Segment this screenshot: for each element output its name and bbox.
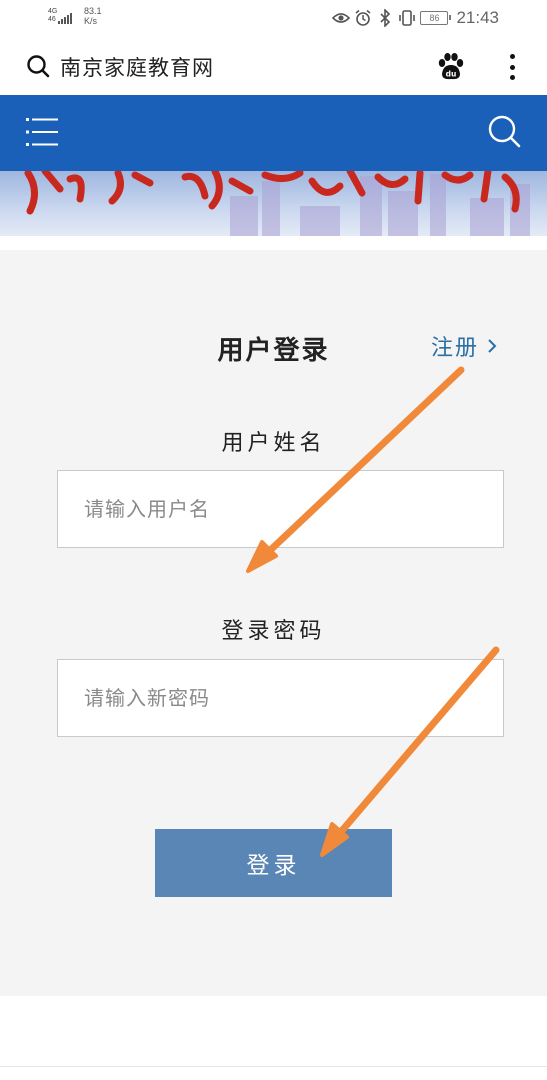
divider xyxy=(0,1066,547,1067)
baidu-paw-icon[interactable]: du xyxy=(436,52,466,82)
site-nav-bar xyxy=(0,95,547,171)
search-icon[interactable] xyxy=(26,54,50,78)
username-input[interactable] xyxy=(57,470,504,548)
spacer xyxy=(0,236,547,250)
username-label: 用户姓名 xyxy=(221,431,326,456)
login-panel: 用户登录 注册 用户姓名 登录密码 登录 xyxy=(0,250,547,996)
signal-strength-icon xyxy=(58,12,72,24)
register-label[interactable]: 注册 xyxy=(431,330,479,362)
more-menu-icon[interactable] xyxy=(504,52,520,82)
login-button[interactable]: 登录 xyxy=(155,829,392,897)
vibrate-icon xyxy=(398,9,416,27)
browser-page-title[interactable]: 南京家庭教育网 xyxy=(60,52,214,82)
network-type: 4G 46 xyxy=(48,8,58,23)
status-bar: 4G 46 83.1 K/s 86 21:43 xyxy=(0,0,547,38)
eye-icon xyxy=(332,9,351,27)
page: 4G 46 83.1 K/s 86 21:43 南京家庭教育网 du 用户登录 … xyxy=(0,0,547,1080)
browser-address-bar[interactable]: 南京家庭教育网 du xyxy=(0,38,547,95)
chevron-right-icon xyxy=(488,339,497,353)
svg-text:du: du xyxy=(446,70,457,79)
banner-logo-strokes xyxy=(24,171,520,215)
bluetooth-icon xyxy=(376,9,394,27)
status-icons: 86 21:43 xyxy=(332,6,499,30)
register-link[interactable]: 注册 xyxy=(431,330,497,362)
battery-icon: 86 xyxy=(420,11,452,25)
alarm-icon xyxy=(354,9,372,27)
menu-icon[interactable] xyxy=(26,115,58,149)
password-input[interactable] xyxy=(57,659,504,737)
network-speed: 83.1 K/s xyxy=(84,6,102,26)
password-label: 登录密码 xyxy=(221,619,326,644)
site-search-icon[interactable] xyxy=(486,113,522,149)
clock: 21:43 xyxy=(456,8,499,27)
site-banner xyxy=(0,171,547,236)
